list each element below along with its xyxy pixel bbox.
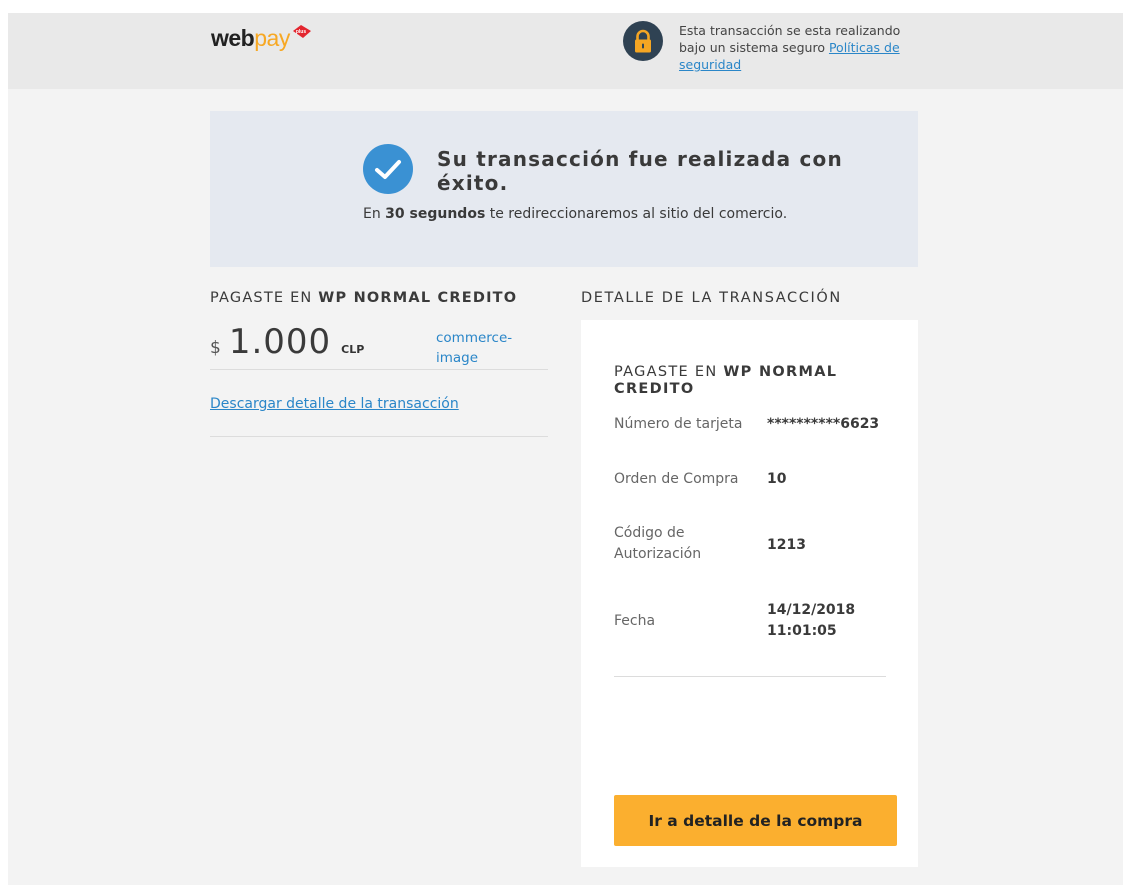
- paid-at-prefix: PAGASTE EN: [210, 290, 319, 306]
- auth-code-value: 1213: [767, 537, 806, 553]
- download-detail-link[interactable]: Descargar detalle de la transacción: [210, 396, 459, 412]
- webpay-plus-logo: web pay plus: [211, 24, 311, 51]
- currency-symbol: $: [210, 338, 221, 358]
- payment-amount: $ 1.000 CLP: [210, 322, 364, 362]
- transaction-detail-card: PAGASTE EN WP NORMAL CREDITO Número de t…: [581, 320, 918, 867]
- card-number-label: Número de tarjeta: [614, 416, 743, 432]
- logo-plus-badge: plus: [292, 25, 311, 38]
- redirect-message-prefix: En: [363, 206, 386, 222]
- currency-code: CLP: [341, 343, 365, 356]
- paid-at-label: PAGASTE EN WP NORMAL CREDITO: [210, 290, 517, 306]
- logo-pay-text: pay: [254, 25, 290, 51]
- secure-transaction-notice: Esta transacción se esta realizando bajo…: [679, 22, 919, 73]
- amount-value: 1.000: [228, 322, 332, 362]
- commerce-image-alt: commerce-image: [436, 330, 513, 366]
- header-bar: [8, 13, 1123, 89]
- card-number-value: **********6623: [767, 416, 880, 432]
- logo-web-text: web: [211, 25, 255, 51]
- auth-code-label: Código de Autorización: [614, 525, 702, 562]
- divider: [210, 436, 548, 437]
- lock-icon: [623, 21, 663, 61]
- redirect-countdown: 30 segundos: [385, 206, 486, 222]
- go-to-purchase-detail-button[interactable]: Ir a detalle de la compra: [614, 795, 897, 846]
- card-paid-at-label: PAGASTE EN WP NORMAL CREDITO: [614, 364, 894, 398]
- svg-text:plus: plus: [296, 29, 306, 35]
- success-title: Su transacción fue realizada con éxito.: [437, 147, 843, 195]
- order-number-value: 10: [767, 471, 787, 487]
- check-circle-icon: [363, 144, 413, 194]
- transaction-detail-heading: DETALLE DE LA TRANSACCIÓN: [581, 290, 842, 306]
- divider: [614, 676, 886, 677]
- redirect-message: En 30 segundos te redireccionaremos al s…: [363, 206, 787, 222]
- card-paid-at-prefix: PAGASTE EN: [614, 364, 724, 380]
- divider: [210, 369, 548, 370]
- date-value: 14/12/2018 11:01:05: [767, 602, 856, 639]
- order-number-label: Orden de Compra: [614, 471, 739, 487]
- success-banner: Su transacción fue realizada con éxito. …: [210, 111, 918, 267]
- paid-at-merchant: WP NORMAL CREDITO: [318, 290, 518, 306]
- date-label: Fecha: [614, 613, 656, 629]
- redirect-message-suffix: te redireccionaremos al sitio del comerc…: [485, 206, 788, 222]
